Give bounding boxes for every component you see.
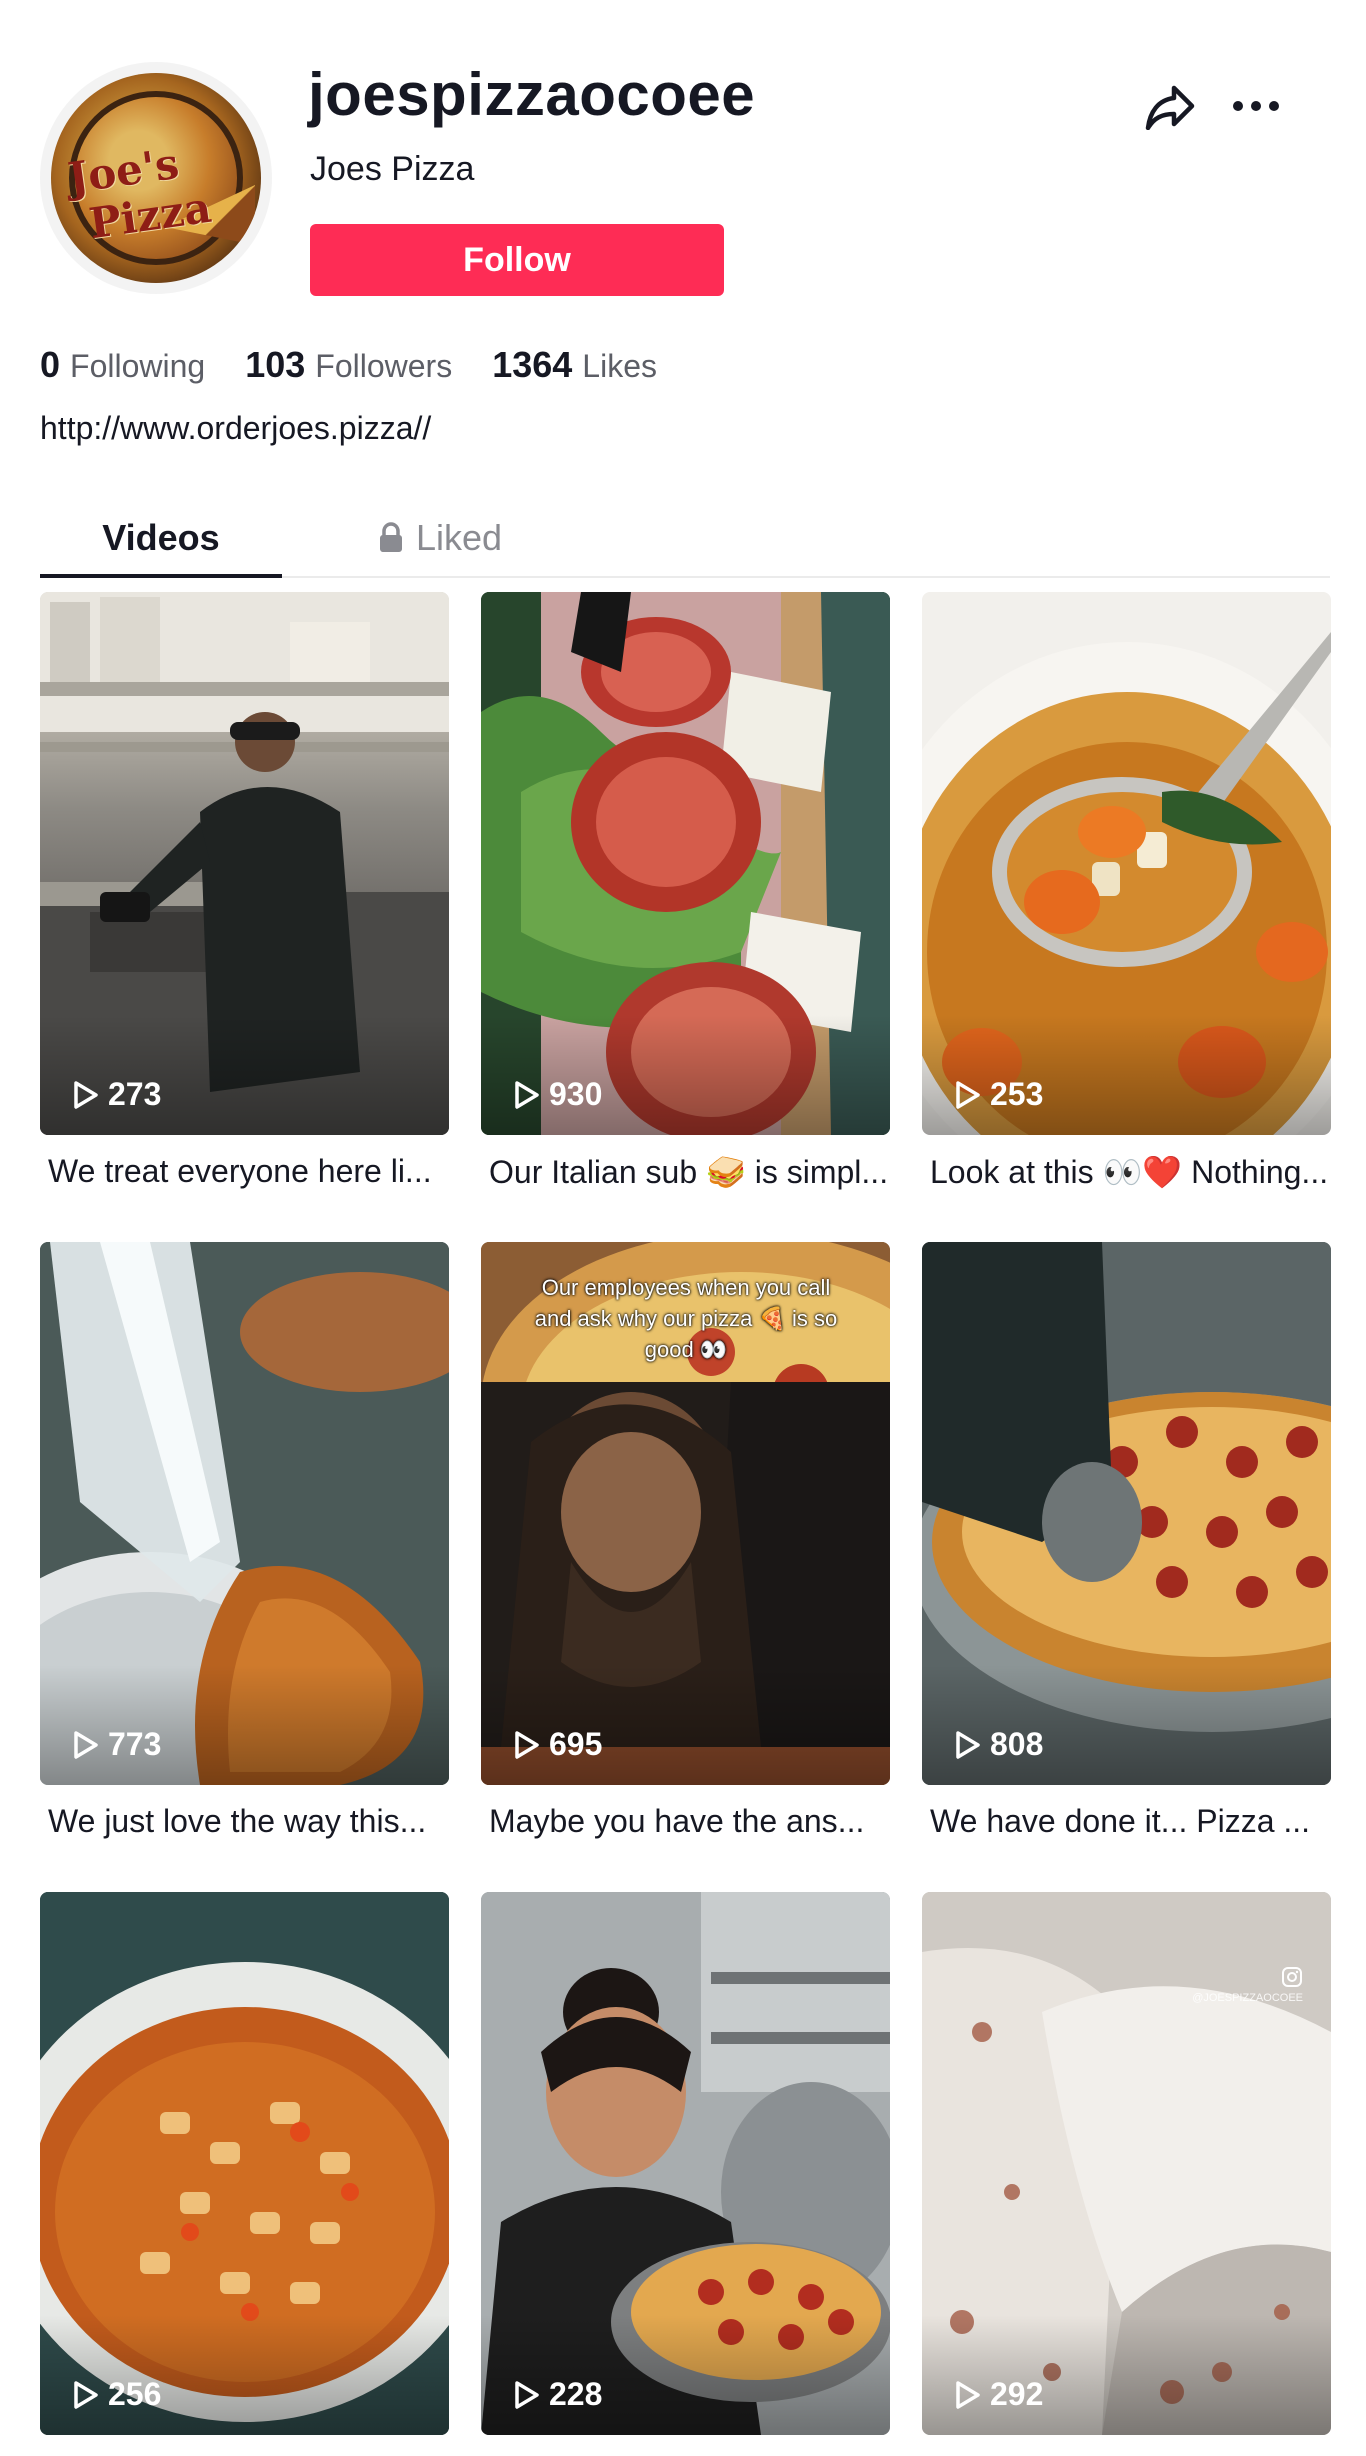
play-icon xyxy=(956,1080,980,1109)
share-icon[interactable] xyxy=(1144,84,1196,130)
view-count-text: 273 xyxy=(108,1076,162,1112)
view-count-text: 292 xyxy=(990,2376,1044,2412)
video-thumbnail[interactable]: 256 xyxy=(40,1892,449,2435)
view-count-text: 930 xyxy=(549,1076,603,1112)
stat-following[interactable]: 0 Following xyxy=(40,344,205,386)
instagram-icon xyxy=(1282,1967,1302,1987)
video-caption: Our Italian sub 🥪 is simpl... xyxy=(489,1154,889,1190)
video-thumbnail[interactable]: 773 xyxy=(40,1242,449,1785)
view-count: 253 xyxy=(954,1076,1043,1113)
stat-followers[interactable]: 103 Followers xyxy=(245,344,452,386)
follow-button[interactable]: Follow xyxy=(310,224,724,296)
video-caption: Maybe you have the ans... xyxy=(489,1803,865,1839)
play-icon xyxy=(515,1730,539,1759)
profile-nickname: Joes Pizza xyxy=(310,150,475,188)
pizza-logo: Joe's Pizza xyxy=(51,73,261,283)
video-grid: 273 We treat everyone here li... 930 Our… xyxy=(40,592,1331,2456)
profile-username: joespizzaocoee xyxy=(308,61,756,128)
play-icon xyxy=(956,2380,980,2409)
tab-label: Videos xyxy=(102,517,220,558)
stat-number: 103 xyxy=(245,344,306,385)
profile-tabs: Videos Liked xyxy=(40,500,1330,578)
play-icon xyxy=(956,1730,980,1759)
view-count-text: 228 xyxy=(549,2376,603,2412)
video-card[interactable]: 256 xyxy=(40,1892,449,2456)
video-card[interactable]: Our employees when you call and ask why … xyxy=(481,1242,890,1892)
video-card[interactable]: 253 Look at this 👀❤️ Nothing... xyxy=(922,592,1331,1242)
profile-page: Joe's Pizza joespizzaocoee Joes Pizza Fo… xyxy=(0,0,1366,2456)
video-caption: We just love the way this... xyxy=(48,1803,427,1839)
play-icon xyxy=(515,1080,539,1109)
stat-label: Likes xyxy=(582,348,657,384)
stat-number: 0 xyxy=(40,344,61,385)
video-card[interactable]: @JOESPIZZAOCOEE 292 xyxy=(922,1892,1331,2456)
video-caption: Look at this 👀❤️ Nothing... xyxy=(930,1154,1329,1190)
view-count: 273 xyxy=(72,1076,161,1113)
view-count: 773 xyxy=(72,1726,161,1763)
video-card[interactable]: 930 Our Italian sub 🥪 is simpl... xyxy=(481,592,890,1242)
video-card[interactable]: 228 xyxy=(481,1892,890,2456)
video-thumbnail[interactable]: 273 xyxy=(40,592,449,1135)
bio-link[interactable]: http://www.orderjoes.pizza// xyxy=(40,410,431,447)
tab-label: Liked xyxy=(415,517,503,558)
play-icon xyxy=(515,2380,539,2409)
video-thumbnail[interactable]: 253 xyxy=(922,592,1331,1135)
video-card[interactable]: 773 We just love the way this... xyxy=(40,1242,449,1892)
view-count: 228 xyxy=(513,2376,602,2413)
view-count: 930 xyxy=(513,1076,602,1113)
stat-label: Followers xyxy=(315,348,453,384)
view-count-text: 808 xyxy=(990,1726,1044,1762)
video-thumbnail[interactable]: 808 xyxy=(922,1242,1331,1785)
video-watermark: @JOESPIZZAOCOEE xyxy=(1192,1992,1303,2004)
view-count-text: 695 xyxy=(549,1726,603,1762)
video-overlay-text: Our employees when you call and ask why … xyxy=(534,1275,838,1362)
view-count: 256 xyxy=(72,2376,161,2413)
video-card[interactable]: 273 We treat everyone here li... xyxy=(40,592,449,1242)
tab-liked[interactable]: Liked xyxy=(340,500,540,576)
profile-stats: 0 Following 103 Followers 1364 Likes xyxy=(40,344,657,388)
lock-icon xyxy=(379,522,402,552)
video-caption: We treat everyone here li... xyxy=(48,1153,432,1189)
video-thumbnail[interactable]: @JOESPIZZAOCOEE 292 xyxy=(922,1892,1331,2435)
view-count: 695 xyxy=(513,1726,602,1763)
view-count-text: 256 xyxy=(108,2376,162,2412)
video-caption: We have done it... Pizza ... xyxy=(930,1803,1311,1839)
stat-likes: 1364 Likes xyxy=(492,344,657,386)
stat-label: Following xyxy=(70,348,206,384)
view-count: 808 xyxy=(954,1726,1043,1763)
video-thumbnail[interactable]: 228 xyxy=(481,1892,890,2435)
video-thumbnail[interactable]: 930 xyxy=(481,592,890,1135)
avatar[interactable]: Joe's Pizza xyxy=(40,62,272,294)
play-icon xyxy=(74,1730,98,1759)
video-card[interactable]: 808 We have done it... Pizza ... xyxy=(922,1242,1331,1892)
view-count-text: 253 xyxy=(990,1076,1044,1112)
tab-videos[interactable]: Videos xyxy=(40,500,282,576)
view-count-text: 773 xyxy=(108,1726,162,1762)
video-thumbnail[interactable]: Our employees when you call and ask why … xyxy=(481,1242,890,1785)
more-options-icon[interactable] xyxy=(1232,92,1280,120)
stat-number: 1364 xyxy=(492,344,573,385)
active-tab-indicator xyxy=(40,574,282,578)
view-count: 292 xyxy=(954,2376,1043,2413)
play-icon xyxy=(74,1080,98,1109)
play-icon xyxy=(74,2380,98,2409)
